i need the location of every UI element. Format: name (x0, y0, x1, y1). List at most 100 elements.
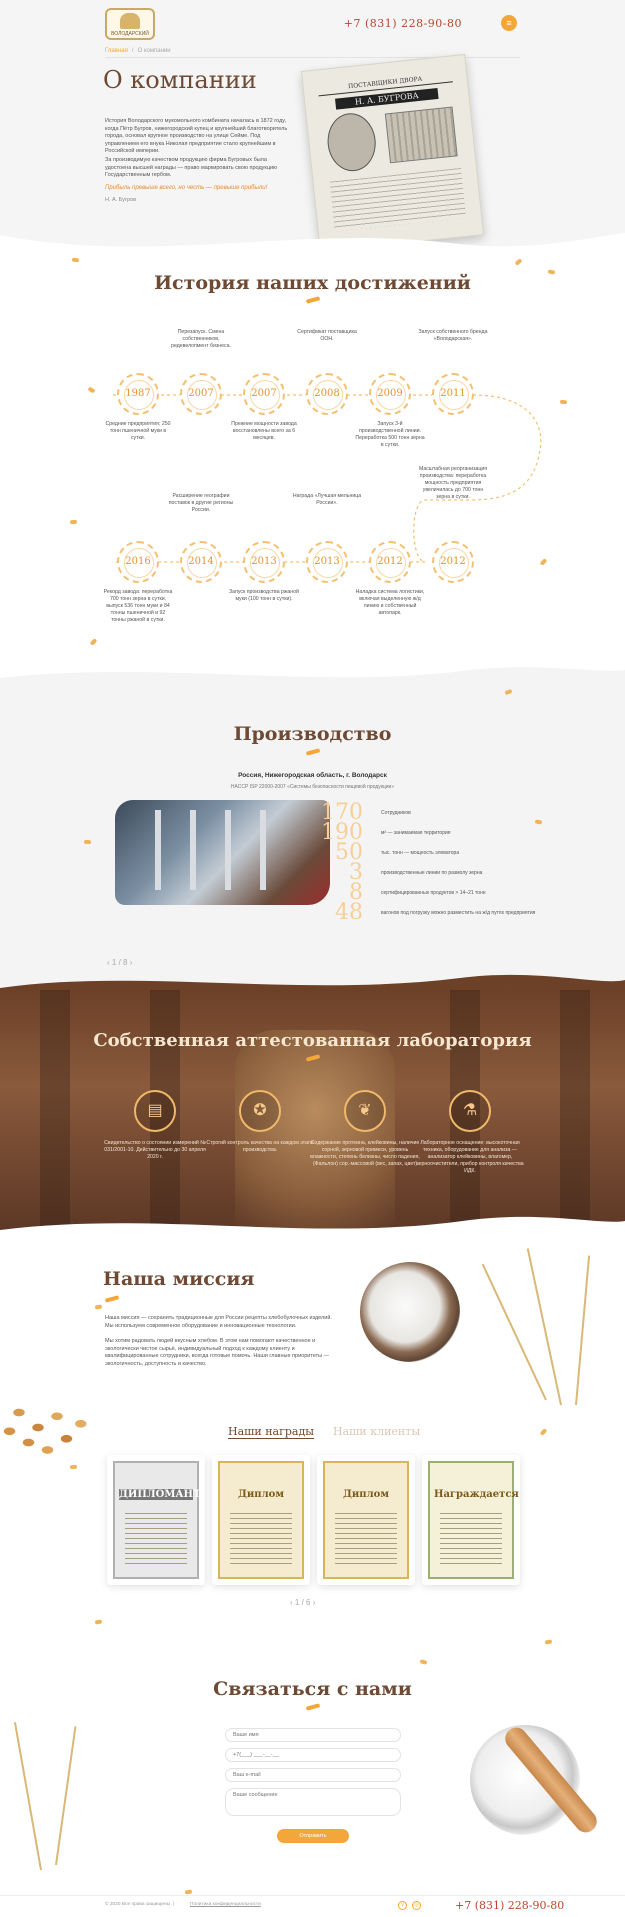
email-field[interactable] (225, 1768, 401, 1782)
diploma-title: ДИПЛОМАНТ (119, 1489, 201, 1500)
vk-icon[interactable]: v (398, 1901, 407, 1910)
lab-item-text: Содержание протеина, клейковины, наличие… (310, 1140, 420, 1167)
grain-icon (544, 1639, 553, 1645)
logo[interactable]: ВОЛОДАРСКИЙ (105, 8, 155, 40)
about-text-2: За производимую качеством продукцию фирм… (105, 157, 278, 178)
wave-divider (0, 1216, 625, 1245)
page-title: О компании (103, 66, 257, 94)
diploma-title: Диплом (342, 1489, 390, 1500)
certificate-icon: ▤ (134, 1090, 176, 1132)
title-accent (305, 1703, 321, 1711)
tab-awards[interactable]: Наши награды (228, 1425, 314, 1439)
grain-icon (69, 1464, 78, 1470)
diploma-image: Награждается (428, 1461, 519, 1579)
timeline-text: Награда «Лучшая мельница России». (292, 493, 362, 506)
timeline-year: 2013 (306, 541, 348, 583)
grain-icon (94, 1304, 103, 1310)
award-card[interactable]: ДИПЛОМАНТ (107, 1455, 205, 1585)
logo-text: ВОЛОДАРСКИЙ (111, 31, 149, 37)
timeline-year: 2007 (243, 373, 285, 415)
timeline-text: Рекорд завода: переработка 700 тонн зерн… (103, 589, 173, 623)
stat-number: 48 (335, 900, 363, 925)
about-text-1: История Володарского мукомольного комбин… (105, 118, 288, 154)
grain-icon (184, 1889, 193, 1895)
flask-icon: ⚗ (449, 1090, 491, 1132)
lab-title: Собственная аттестованная лаборатория (93, 1030, 532, 1051)
timeline-year: 2012 (369, 541, 411, 583)
stat-label: производственные линии по размолу зерна (381, 870, 483, 876)
name-field[interactable] (225, 1728, 401, 1742)
production-title: Производство (233, 723, 392, 745)
timeline-path (113, 394, 542, 563)
stat-label: вагонов под погрузку можно разместить на… (381, 910, 536, 916)
award-icon: ✪ (239, 1090, 281, 1132)
hamburger-icon[interactable]: ≡ (501, 15, 517, 31)
background-column (560, 990, 590, 1230)
grain-icon (539, 1428, 548, 1436)
breadcrumb-current: О компании (137, 48, 171, 54)
wave-divider (0, 233, 625, 265)
message-field[interactable] (225, 1788, 401, 1816)
breadcrumb-separator: / (131, 48, 134, 54)
lab-item-text: Строгий контроль качества на каждом этап… (206, 1140, 314, 1153)
wheat-image (13, 1722, 42, 1871)
grains-image (0, 1390, 95, 1465)
award-card[interactable]: Награждается (422, 1455, 520, 1585)
breadcrumb-home[interactable]: Главная (105, 48, 128, 54)
lab-item-text: Лабораторное оснащение: высокоточная тех… (416, 1140, 524, 1174)
send-button[interactable]: Отправить (277, 1829, 349, 1843)
grain-icon (419, 1659, 428, 1665)
contact-title: Связаться с нами (213, 1678, 412, 1700)
mission-text-1: Наша миссия — сохранить традиционные для… (105, 1315, 332, 1329)
history-title: История наших достижений (154, 272, 471, 294)
timeline-year: 2014 (180, 541, 222, 583)
grain-icon: ❦ (344, 1090, 386, 1132)
awards-pager[interactable]: ‹ 1 / 6 › (290, 1598, 315, 1607)
phone-field[interactable] (225, 1748, 401, 1762)
mission-text-2: Мы хотим радовать людей вкусным хлебом. … (105, 1338, 330, 1367)
footer-phone[interactable]: +7 (831) 228-90-80 (455, 1899, 564, 1912)
timeline-year: 1987 (117, 373, 159, 415)
document-text-lines (329, 167, 467, 232)
wheat-image (575, 1255, 591, 1406)
breadcrumb: Главная / О компании (105, 48, 171, 54)
timeline-text: Прежние мощности завода восстановлены вс… (231, 421, 297, 441)
award-card[interactable]: Диплом (317, 1455, 415, 1585)
diploma-image: Диплом (218, 1461, 304, 1579)
diploma-text-lines (335, 1513, 397, 1567)
timeline-year: 2013 (243, 541, 285, 583)
background-column (40, 990, 70, 1230)
grain-icon (83, 839, 92, 845)
pipe (260, 810, 266, 890)
copyright-text: © 2020 Все права защищены (105, 1902, 171, 1907)
instagram-icon[interactable]: ◎ (412, 1901, 421, 1910)
mission-title: Наша миссия (103, 1268, 255, 1290)
timeline-text: Наладка система логистики, включая выдел… (355, 589, 425, 616)
timeline-year: 2012 (432, 541, 474, 583)
timeline-text: Масштабная реорганизация производства: п… (418, 466, 488, 500)
award-card[interactable]: Диплом (212, 1455, 310, 1585)
building-image (384, 106, 458, 164)
timeline-year: 2011 (432, 373, 474, 415)
tab-clients[interactable]: Наши клиенты (333, 1425, 420, 1438)
diploma-title: Диплом (237, 1489, 285, 1500)
pager-text: 1 / 6 (294, 1598, 311, 1607)
timeline-year: 2007 (180, 373, 222, 415)
diploma-text-lines (440, 1513, 502, 1567)
footer: © 2020 Все права защищены | Политика кон… (0, 1895, 625, 1917)
diploma-title: Награждается (434, 1489, 519, 1500)
title-accent (104, 1295, 120, 1303)
timeline-text: Запуск собственного бренда «Володарская»… (418, 329, 488, 342)
about-quote: Прибыль превыше всего, но честь — превыш… (105, 185, 268, 191)
wheat-image (55, 1726, 77, 1866)
pipe (155, 810, 161, 890)
stat-label: м² — занимаемая территория (381, 830, 451, 836)
pipe (225, 810, 231, 890)
header-phone[interactable]: +7 (831) 228-90-80 (344, 17, 462, 30)
stat-label: тыс. тонн — мощность элеватора (381, 850, 460, 856)
privacy-policy-link[interactable]: Политика конфиденциальности (190, 1902, 261, 1907)
production-photo (115, 800, 330, 905)
page: ВОЛОДАРСКИЙ +7 (831) 228-90-80 ≡ Главная… (0, 0, 625, 1917)
timeline-text: Расширение географии поставок в другие р… (168, 493, 234, 513)
timeline-year: 2008 (306, 373, 348, 415)
